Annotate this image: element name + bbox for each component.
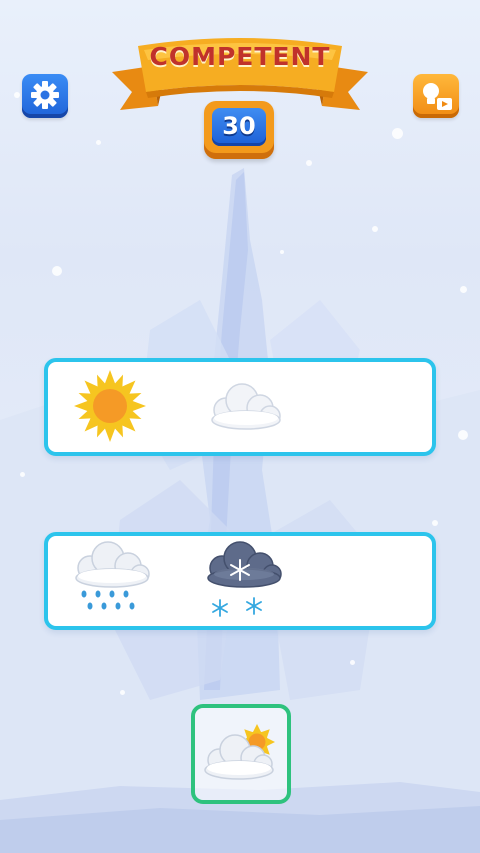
snowflake-dot (280, 250, 284, 254)
row-2-slot-2[interactable] (198, 536, 288, 626)
row-2-slot-1[interactable] (68, 536, 158, 626)
sun-icon (74, 370, 146, 442)
settings-button[interactable] (22, 74, 68, 118)
snowflake-dot (14, 92, 20, 98)
cloud-icon (211, 383, 281, 430)
category-row-2[interactable] (44, 532, 436, 630)
row-1-slot-2[interactable] (198, 362, 288, 452)
snowflake-dot (372, 226, 378, 232)
item-tray[interactable] (191, 704, 291, 804)
category-row-1[interactable] (44, 358, 436, 456)
snowflake-dot (306, 160, 312, 166)
game-screen: COMPETENT 30 (0, 0, 480, 853)
rain-cloud-icon (75, 541, 150, 610)
snowflake-dot (432, 520, 438, 526)
level-badge-inner: 30 (212, 108, 266, 146)
snowflake-dot (52, 266, 62, 276)
snowflake-dot (20, 472, 25, 477)
snowflake-dot (458, 430, 468, 440)
snowflake-dot (120, 690, 125, 695)
lightbulb-video-icon (423, 83, 452, 110)
rank-title: COMPETENT (149, 42, 331, 71)
snowflake-dot (392, 128, 403, 139)
snowflake-dot (96, 140, 101, 145)
snowflake-dot (350, 660, 355, 665)
gear-icon (31, 81, 59, 109)
snowflake-dot (460, 286, 467, 293)
level-number: 30 (222, 112, 256, 140)
row-1-slot-1[interactable] (70, 362, 160, 452)
hint-video-button[interactable] (413, 74, 459, 118)
snow-cloud-icon (207, 541, 282, 617)
sun-behind-cloud-icon (204, 724, 275, 780)
level-badge: 30 (204, 101, 274, 159)
